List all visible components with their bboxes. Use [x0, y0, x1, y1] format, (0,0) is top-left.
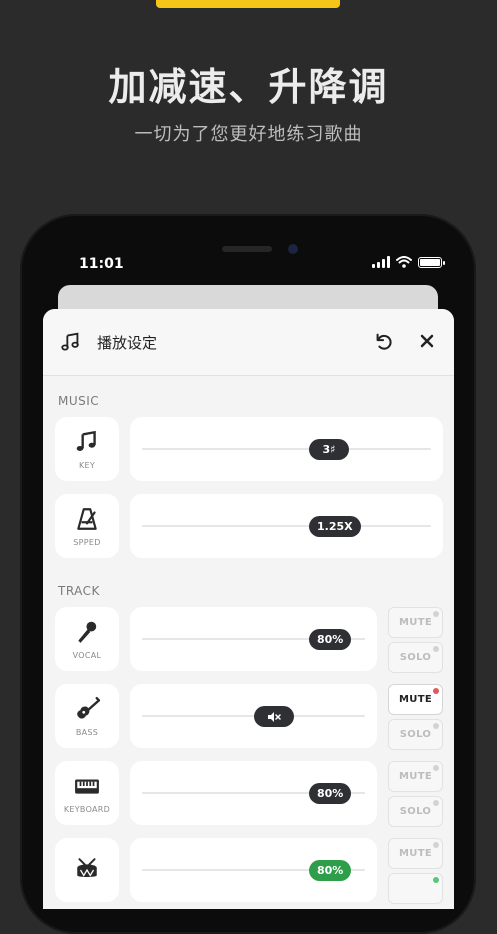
- promo-accent-bar: [156, 0, 340, 8]
- vocal-tile: VOCAL: [55, 607, 119, 671]
- music-note-icon: [61, 332, 79, 351]
- wifi-icon: [396, 256, 412, 268]
- keyboard-slider-thumb[interactable]: 80%: [309, 783, 352, 804]
- vocal-mute-indicator: [433, 611, 439, 617]
- keyboard-mute-label: MUTE: [399, 771, 432, 782]
- bass-mute-button[interactable]: MUTE: [388, 684, 443, 715]
- signal-icon: [372, 256, 390, 268]
- key-slider[interactable]: 3♯: [130, 417, 443, 481]
- music-note-icon: [76, 430, 96, 451]
- vocal-solo-label: SOLO: [399, 652, 432, 663]
- vocal-mute-label: MUTE: [399, 617, 432, 628]
- mute-speaker-icon: [268, 711, 281, 722]
- keyboard-icon: [75, 779, 99, 794]
- microphone-icon: [78, 621, 97, 643]
- keyboard-tile: KEYBOARD: [55, 761, 119, 825]
- phone-speaker: [222, 246, 272, 252]
- keyboard-label: KEYBOARD: [63, 804, 111, 814]
- drum-solo-indicator: [433, 877, 439, 883]
- drum-slider[interactable]: 80%: [130, 838, 377, 902]
- phone-camera: [288, 244, 298, 254]
- keyboard-solo-button[interactable]: SOLO: [388, 796, 443, 827]
- bass-solo-label: SOLO: [399, 729, 432, 740]
- key-slider-thumb[interactable]: 3♯: [309, 439, 349, 460]
- vocal-solo-indicator: [433, 646, 439, 652]
- sheet-title: 播放设定: [97, 334, 158, 352]
- guitar-icon: [77, 696, 100, 719]
- speed-slider[interactable]: 1.25X: [130, 494, 443, 558]
- section-music-label: MUSIC: [58, 394, 100, 408]
- vocal-solo-button[interactable]: SOLO: [388, 642, 443, 673]
- bass-solo-indicator: [433, 723, 439, 729]
- close-icon[interactable]: [417, 331, 437, 351]
- keyboard-slider[interactable]: 80%: [130, 761, 377, 825]
- vocal-slider-thumb[interactable]: 80%: [309, 629, 352, 650]
- vocal-label: VOCAL: [72, 650, 102, 660]
- speed-label: SPPED: [73, 537, 101, 547]
- status-time: 11:01: [79, 256, 124, 272]
- metronome-icon: [77, 507, 97, 530]
- keyboard-solo-indicator: [433, 800, 439, 806]
- drum-tile: [55, 838, 119, 902]
- keyboard-solo-label: SOLO: [399, 806, 432, 817]
- bass-slider[interactable]: [130, 684, 377, 748]
- bass-tile: BASS: [55, 684, 119, 748]
- speed-tile: SPPED: [55, 494, 119, 558]
- bass-mute-label: MUTE: [399, 694, 432, 705]
- speed-slider-thumb[interactable]: 1.25X: [309, 516, 361, 537]
- section-track-label: TRACK: [58, 584, 100, 598]
- drum-mute-indicator: [433, 842, 439, 848]
- hero-title: 加减速、升降调: [108, 65, 389, 109]
- reset-icon[interactable]: [373, 331, 395, 353]
- drum-slider-thumb[interactable]: 80%: [309, 860, 352, 881]
- keyboard-mute-indicator: [433, 765, 439, 771]
- speed-slider-track: [142, 525, 431, 527]
- key-slider-track: [142, 448, 431, 450]
- hero-subtitle: 一切为了您更好地练习歌曲: [134, 124, 363, 145]
- drum-mute-label: MUTE: [399, 848, 432, 859]
- key-label: KEY: [78, 460, 96, 470]
- key-tile: KEY: [55, 417, 119, 481]
- vocal-mute-button[interactable]: MUTE: [388, 607, 443, 638]
- keyboard-mute-button[interactable]: MUTE: [388, 761, 443, 792]
- bass-mute-indicator: [433, 688, 439, 694]
- drum-solo-button[interactable]: [388, 873, 443, 904]
- status-icons: [372, 256, 445, 268]
- drum-icon: [77, 858, 97, 878]
- vocal-slider[interactable]: 80%: [130, 607, 377, 671]
- bass-slider-thumb[interactable]: [254, 706, 294, 727]
- bass-label: BASS: [75, 727, 99, 737]
- battery-icon: [418, 256, 445, 268]
- drum-mute-button[interactable]: MUTE: [388, 838, 443, 869]
- sheet-header: 播放设定: [43, 309, 454, 376]
- playback-settings-sheet: 播放设定 MUSIC KEY 3♯ SPPED 1.25X TRACK VOCA…: [43, 309, 454, 909]
- bass-solo-button[interactable]: SOLO: [388, 719, 443, 750]
